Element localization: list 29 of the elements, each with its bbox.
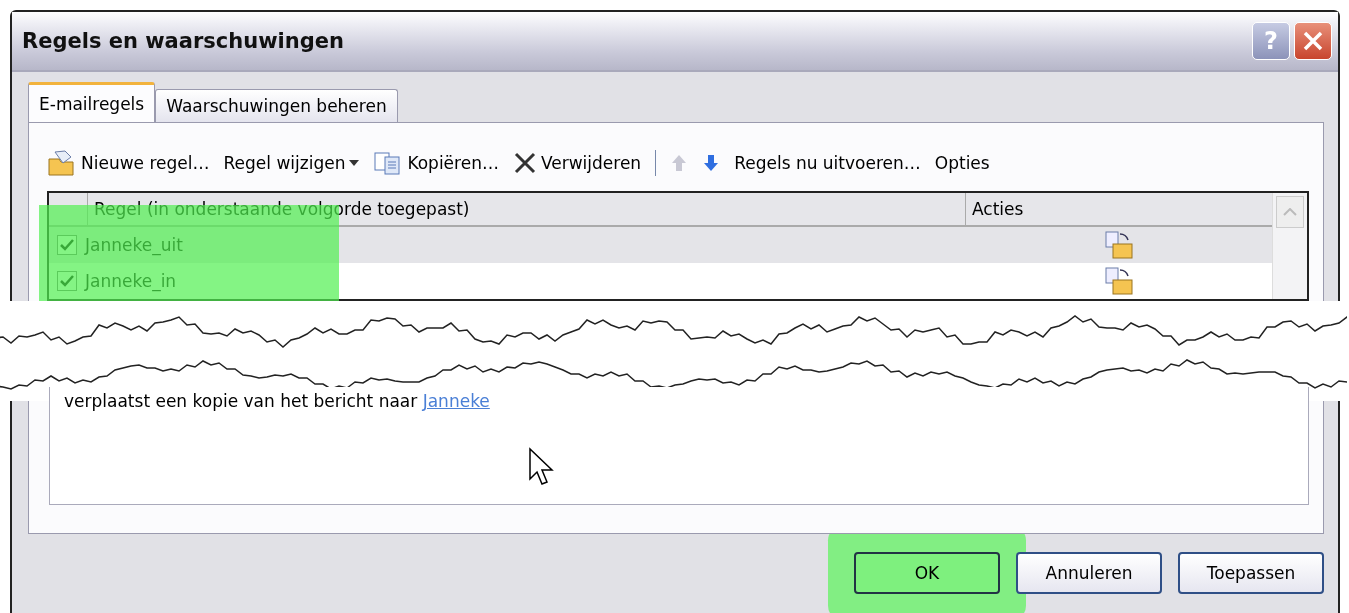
close-button[interactable] bbox=[1294, 22, 1332, 60]
toolbar-menu-button[interactable]: Regel wijzigen bbox=[223, 153, 360, 173]
toolbar-button[interactable]: Nieuwe regel… bbox=[47, 149, 210, 177]
folder-link[interactable]: Janneke bbox=[422, 391, 490, 411]
move-to-folder-icon bbox=[1104, 230, 1134, 260]
cursor-icon bbox=[528, 447, 554, 487]
folder-icon bbox=[47, 149, 77, 177]
up-arrow-icon bbox=[670, 153, 689, 173]
move-to-folder-icon bbox=[1104, 266, 1134, 296]
column-header[interactable]: Acties bbox=[966, 199, 1272, 219]
toolbar-button[interactable]: Opties bbox=[934, 153, 990, 173]
close-icon bbox=[1302, 30, 1324, 52]
toolbar-button[interactable]: Kopiëren… bbox=[373, 151, 499, 175]
close-icon bbox=[512, 151, 537, 175]
window-title: Regels en waarschuwingen bbox=[22, 29, 345, 53]
dialog-button[interactable]: Annuleren bbox=[1016, 552, 1162, 594]
down-arrow-icon bbox=[702, 153, 721, 173]
toolbar-button[interactable]: Regels nu uitvoeren… bbox=[734, 153, 921, 173]
scroll-up-button[interactable] bbox=[1276, 196, 1304, 228]
dialog-button[interactable]: Toepassen bbox=[1178, 552, 1324, 594]
caret-icon bbox=[349, 160, 360, 166]
toolbar-button[interactable]: Verwijderen bbox=[512, 151, 642, 175]
tab[interactable]: E-mailregels bbox=[28, 82, 156, 122]
rule-description: verplaatst een kopie van het bericht naar bbox=[64, 391, 419, 411]
up-caret-icon bbox=[1283, 208, 1297, 216]
tab[interactable]: Waarschuwingen beheren bbox=[155, 89, 398, 122]
rule-name: Janneke_uit bbox=[85, 235, 184, 255]
move-down-button[interactable] bbox=[702, 153, 721, 173]
rule-name: Janneke_in bbox=[85, 271, 178, 291]
